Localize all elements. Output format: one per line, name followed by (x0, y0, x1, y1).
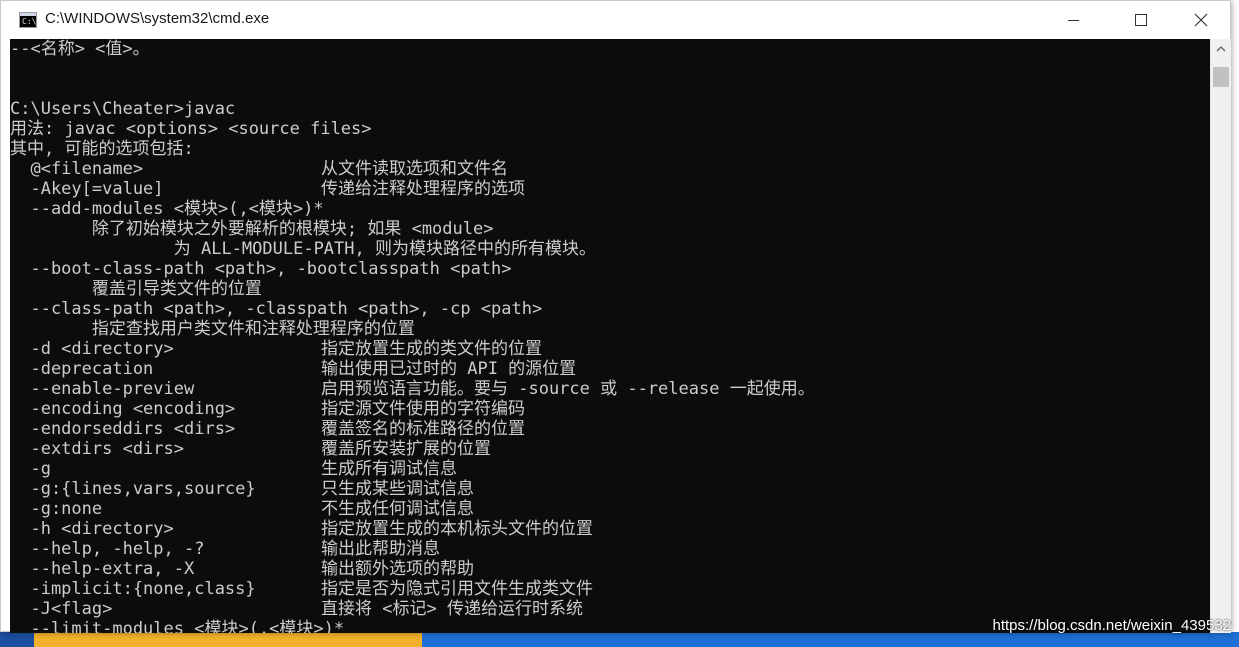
option-description: 指定源文件使用的字符编码 (321, 399, 525, 419)
console-line: -g 生成所有调试信息 (10, 459, 596, 479)
option-description: 指定放置生成的本机标头文件的位置 (321, 519, 593, 539)
option-name: -deprecation (10, 359, 154, 379)
close-button[interactable] (1178, 1, 1224, 39)
console-line: @<filename> 从文件读取选项和文件名 (10, 159, 596, 179)
scroll-up-button[interactable] (1211, 39, 1231, 59)
console-line: -g:none 不生成任何调试信息 (10, 499, 596, 519)
console-line: --add-modules <模块>(,<模块>)* (10, 199, 324, 219)
console-line: -deprecation 输出使用已过时的 API 的源位置 (10, 359, 596, 379)
option-description: 覆盖所安装扩展的位置 (321, 439, 491, 459)
console-line: -endorseddirs <dirs> 覆盖签名的标准路径的位置 (10, 419, 596, 439)
console-line: 为 ALL-MODULE-PATH, 则为模块路径中的所有模块。 (10, 239, 596, 259)
option-name: --enable-preview (10, 379, 195, 399)
option-description: 指定放置生成的类文件的位置 (321, 339, 542, 359)
console-line: 其中, 可能的选项包括: (10, 139, 194, 159)
option-name: -encoding <encoding> (10, 399, 236, 419)
console-line: --<名称> <值>。 (10, 39, 150, 59)
console-line: --help-extra, -X 输出额外选项的帮助 (10, 559, 596, 579)
console-line: -implicit:{none,class} 指定是否为隐式引用文件生成类文件 (10, 579, 596, 599)
console-line: --enable-preview 启用预览语言功能。要与 -source 或 --… (10, 379, 814, 399)
console-line: --limit-modules <模块>(,<模块>)* (10, 619, 345, 633)
chevron-up-icon (1216, 46, 1226, 52)
cmd-icon[interactable]: C:\ (19, 12, 37, 28)
option-name: -implicit:{none,class} (10, 579, 256, 599)
option-description: 传递给注释处理程序的选项 (321, 179, 525, 199)
console-line: -encoding <encoding> 指定源文件使用的字符编码 (10, 399, 596, 419)
console-lines: --<名称> <值>。 C:\Users\Cheater>javac 用法: jav… (10, 39, 815, 633)
option-description: 输出额外选项的帮助 (321, 559, 474, 579)
option-description: 指定是否为隐式引用文件生成类文件 (321, 579, 593, 599)
option-description: 输出使用已过时的 API 的源位置 (321, 359, 577, 379)
option-name: -extdirs <dirs> (10, 439, 184, 459)
option-name: -h <directory> (10, 519, 174, 539)
desktop-wallpaper-left (34, 632, 422, 647)
console-line: -d <directory> 指定放置生成的类文件的位置 (10, 339, 596, 359)
console-line: -extdirs <dirs> 覆盖所安装扩展的位置 (10, 439, 596, 459)
maximize-icon (1135, 14, 1147, 26)
option-name: --help-extra, -X (10, 559, 195, 579)
option-name: -endorseddirs <dirs> (10, 419, 236, 439)
option-description: 覆盖签名的标准路径的位置 (321, 419, 525, 439)
desktop-wallpaper-right (422, 632, 1239, 647)
vertical-scrollbar[interactable] (1210, 39, 1231, 633)
option-description: 生成所有调试信息 (321, 459, 457, 479)
console-line: -g:{lines,vars,source} 只生成某些调试信息 (10, 479, 596, 499)
option-description: 不生成任何调试信息 (321, 499, 474, 519)
console-line: 除了初始模块之外要解析的根模块; 如果 <module> (10, 219, 494, 239)
option-name: @<filename> (10, 159, 144, 179)
option-name: -g:{lines,vars,source} (10, 479, 256, 499)
option-description: 从文件读取选项和文件名 (321, 159, 508, 179)
title-bar[interactable]: C:\ C:\WINDOWS\system32\cmd.exe (1, 1, 1230, 39)
console-line: --help, -help, -? 输出此帮助消息 (10, 539, 596, 559)
option-name: -J<flag> (10, 599, 113, 619)
desktop-background (0, 632, 1239, 647)
watermark-text: https://blog.csdn.net/weixin_439532 (992, 617, 1232, 634)
console-output[interactable]: --<名称> <值>。 C:\Users\Cheater>javac 用法: jav… (10, 39, 1210, 633)
console-line: C:\Users\Cheater>javac (10, 99, 236, 119)
cmd-window: C:\ C:\WINDOWS\system32\cmd.exe --<名称> <… (0, 0, 1231, 633)
window-title: C:\WINDOWS\system32\cmd.exe (45, 10, 270, 27)
option-name: -g (10, 459, 51, 479)
console-line: --class-path <path>, -classpath <path>, … (10, 299, 543, 319)
console-line: 用法: javac <options> <source files> (10, 119, 372, 139)
console-line: -Akey[=value] 传递给注释处理程序的选项 (10, 179, 596, 199)
option-name: -g:none (10, 499, 103, 519)
console-line: 覆盖引导类文件的位置 (10, 279, 262, 299)
option-description: 只生成某些调试信息 (321, 479, 474, 499)
console-line: 指定查找用户类文件和注释处理程序的位置 (10, 319, 415, 339)
console-line: -J<flag> 直接将 <标记> 传递给运行时系统 (10, 599, 596, 619)
maximize-button[interactable] (1118, 1, 1164, 39)
option-description: 输出此帮助消息 (321, 539, 440, 559)
console-line: -h <directory> 指定放置生成的本机标头文件的位置 (10, 519, 596, 539)
minimize-button[interactable] (1050, 1, 1096, 39)
minimize-icon (1067, 19, 1079, 21)
option-name: --help, -help, -? (10, 539, 205, 559)
option-description: 启用预览语言功能。要与 -source 或 --release 一起使用。 (321, 379, 815, 399)
option-name: -Akey[=value] (10, 179, 164, 199)
option-description: 直接将 <标记> 传递给运行时系统 (321, 599, 583, 619)
cmd-icon-glyph: C:\ (22, 17, 37, 26)
option-name: -d <directory> (10, 339, 174, 359)
close-icon (1194, 13, 1208, 27)
console-line: --boot-class-path <path>, -bootclasspath… (10, 259, 512, 279)
scroll-thumb[interactable] (1213, 67, 1229, 87)
